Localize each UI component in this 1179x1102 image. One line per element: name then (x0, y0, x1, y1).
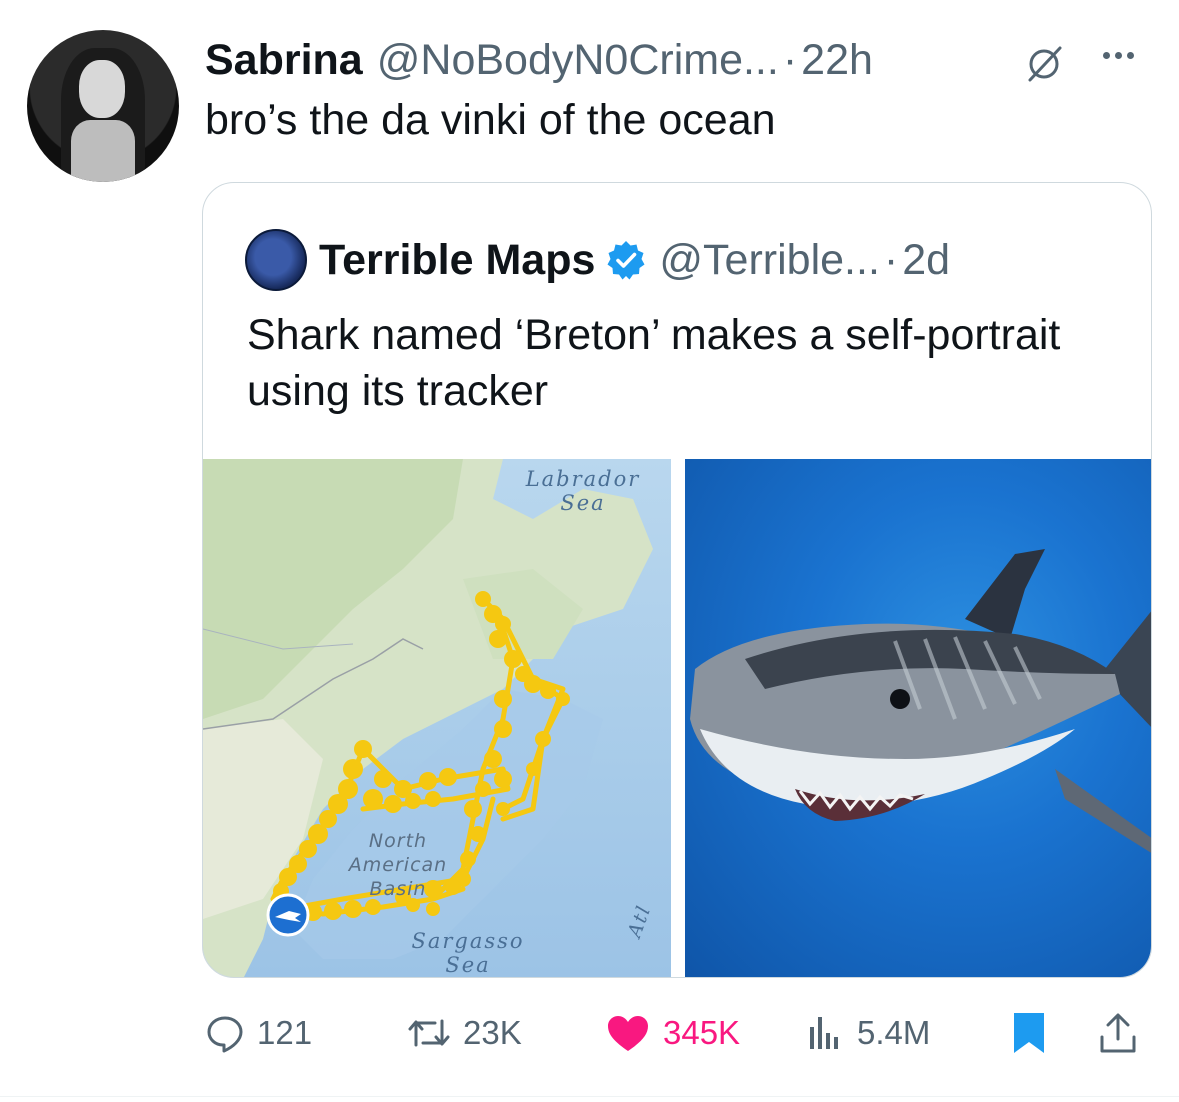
repost-button[interactable]: 23K (407, 1005, 522, 1061)
author-handle[interactable]: @NoBodyN0Crime... (377, 36, 779, 85)
reply-icon (207, 1016, 243, 1053)
bookmark-icon (1014, 1013, 1044, 1053)
share-button[interactable] (1098, 1005, 1150, 1061)
divider (0, 1096, 1179, 1097)
quoted-author-avatar[interactable] (245, 229, 307, 291)
tweet-text: bro’s the da vinki of the ocean (205, 96, 776, 144)
quoted-tweet-card[interactable]: Terrible Maps @Terrible... · 2d Shark na… (202, 182, 1152, 978)
reply-count: 121 (257, 1014, 313, 1051)
quoted-author-handle[interactable]: @Terrible... (659, 236, 879, 285)
views-button[interactable]: 5.4M (805, 1005, 930, 1061)
repost-count: 23K (463, 1014, 522, 1051)
tweet-actions: 121 23K 345K 5.4M (205, 1005, 1155, 1061)
more-options-icon[interactable] (1103, 52, 1134, 59)
shark-photo-image[interactable] (685, 459, 1151, 977)
shark-track-map-image[interactable]: Labrador Sea North American Basin Sargas… (203, 459, 671, 977)
avatar-body (71, 120, 135, 182)
like-count: 345K (663, 1014, 741, 1051)
view-count: 5.4M (857, 1014, 931, 1051)
reply-button[interactable]: 121 (205, 1005, 312, 1061)
shark-graphic (690, 549, 1151, 853)
author-avatar[interactable] (27, 30, 179, 182)
map-label-labrador-sea: Labrador Sea (525, 467, 641, 515)
like-button[interactable]: 345K (605, 1005, 740, 1061)
separator-dot: · (782, 35, 798, 84)
quoted-separator-dot: · (883, 235, 899, 284)
share-icon (1100, 1013, 1136, 1053)
grok-icon[interactable] (1022, 42, 1066, 86)
quoted-tweet-header: Terrible Maps @Terrible... · 2d (319, 229, 950, 291)
bookmark-button[interactable] (1010, 1005, 1060, 1061)
views-icon (810, 1017, 838, 1049)
quoted-tweet-text: Shark named ‘Breton’ makes a self-portra… (247, 311, 1061, 415)
author-name[interactable]: Sabrina (205, 36, 363, 85)
avatar-face (79, 60, 125, 118)
quoted-author-name[interactable]: Terrible Maps (319, 236, 595, 285)
map-label-north-american-basin: North American Basin (348, 830, 448, 900)
verified-badge-icon (607, 241, 645, 280)
tweet-header: Sabrina @NoBodyN0Crime... · 22h (205, 30, 873, 90)
map-label-sargasso-sea: Sargasso Sea (411, 929, 525, 977)
quoted-media-grid: Labrador Sea North American Basin Sargas… (203, 459, 1151, 977)
repost-icon (408, 1019, 450, 1047)
quoted-tweet-time[interactable]: 2d (902, 236, 950, 285)
tweet-time[interactable]: 22h (801, 36, 873, 85)
heart-icon (608, 1016, 648, 1051)
